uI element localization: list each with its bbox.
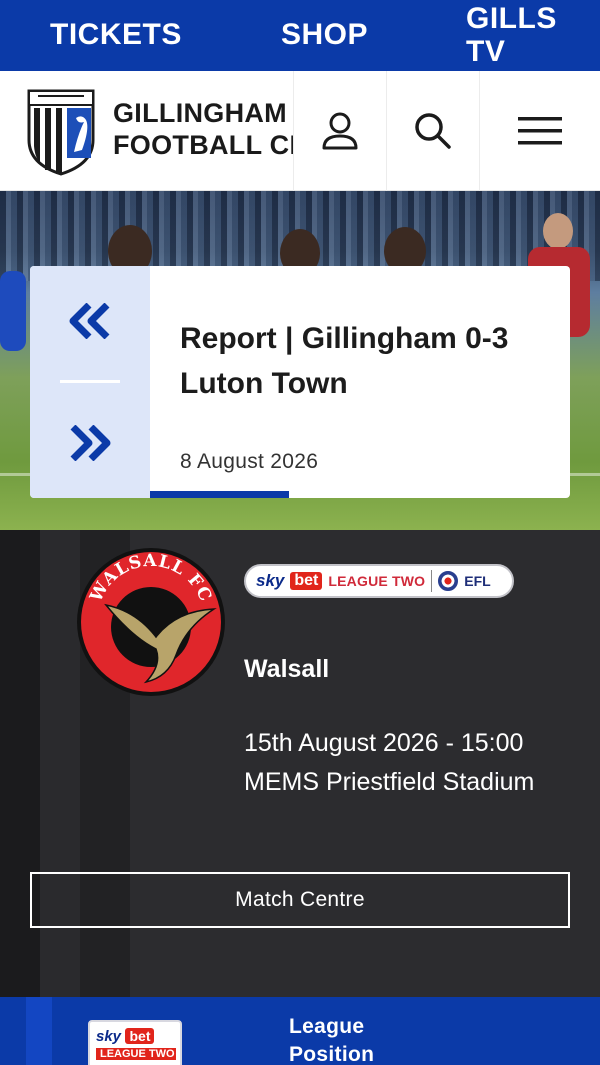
search-button[interactable]	[386, 71, 479, 191]
tickets-link[interactable]: TICKETS	[50, 18, 182, 51]
hamburger-menu-icon	[518, 117, 562, 145]
league-position-strip: sky bet LEAGUE TWO League Position	[0, 997, 600, 1065]
competition-org: EFL	[464, 573, 491, 589]
opponent-crest-icon: WALSALL FC	[76, 547, 226, 697]
league-position-label[interactable]: League Position	[289, 1013, 409, 1065]
club-name-line2: FOOTBALL CLUB	[113, 130, 293, 160]
double-chevron-right-icon	[70, 425, 111, 461]
news-card[interactable]: Report | Gillingham 0-3 Luton Town 8 Aug…	[30, 266, 570, 498]
double-chevron-left-icon	[69, 303, 110, 339]
league-badge-bet: bet	[125, 1028, 155, 1044]
carousel-progress-bar	[150, 491, 289, 498]
competition-divider	[431, 570, 433, 592]
fixture-details: 15th August 2026 - 15:00 MEMS Priestfiel…	[244, 724, 534, 802]
carousel-controls	[30, 266, 150, 498]
news-title[interactable]: Report | Gillingham 0-3 Luton Town	[180, 316, 560, 406]
user-icon	[322, 112, 358, 150]
fixture-datetime: 15th August 2026 - 15:00	[244, 729, 524, 757]
league-badge-sky: sky	[96, 1028, 122, 1045]
efl-icon	[438, 571, 459, 591]
search-icon	[415, 113, 451, 149]
competition-badge: sky bet LEAGUE TWO EFL	[244, 564, 514, 598]
club-name-line1: GILLINGHAM	[113, 98, 287, 128]
opponent-name: Walsall	[244, 655, 330, 683]
competition-bet: bet	[290, 572, 323, 590]
club-crest-icon[interactable]	[26, 88, 96, 176]
site-header: GILLINGHAM FOOTBALL CLUB	[0, 71, 600, 191]
account-button[interactable]	[293, 71, 386, 191]
league-badge: sky bet LEAGUE TWO	[88, 1020, 182, 1065]
competition-sky: sky	[256, 571, 285, 590]
shop-link[interactable]: SHOP	[281, 18, 368, 51]
carousel-prev-button[interactable]	[30, 266, 150, 376]
carousel-divider	[60, 380, 120, 383]
competition-name: LEAGUE TWO	[328, 573, 426, 589]
fixture-venue: MEMS Priestfield Stadium	[244, 768, 535, 796]
match-centre-button[interactable]: Match Centre	[30, 872, 570, 928]
news-date: 8 August 2026	[180, 450, 319, 473]
club-name[interactable]: GILLINGHAM FOOTBALL CLUB	[113, 97, 293, 167]
carousel-next-button[interactable]	[30, 388, 150, 498]
gills-tv-link[interactable]: GILLS TV	[466, 2, 586, 68]
hero-carousel: Report | Gillingham 0-3 Luton Town 8 Aug…	[0, 191, 600, 530]
league-badge-comp: LEAGUE TWO	[96, 1048, 176, 1060]
menu-button[interactable]	[479, 71, 600, 191]
next-fixture: WALSALL FC sky bet LEAGUE TWO EFL Walsal…	[0, 530, 600, 997]
top-navigation: TICKETS SHOP GILLS TV	[0, 0, 600, 71]
